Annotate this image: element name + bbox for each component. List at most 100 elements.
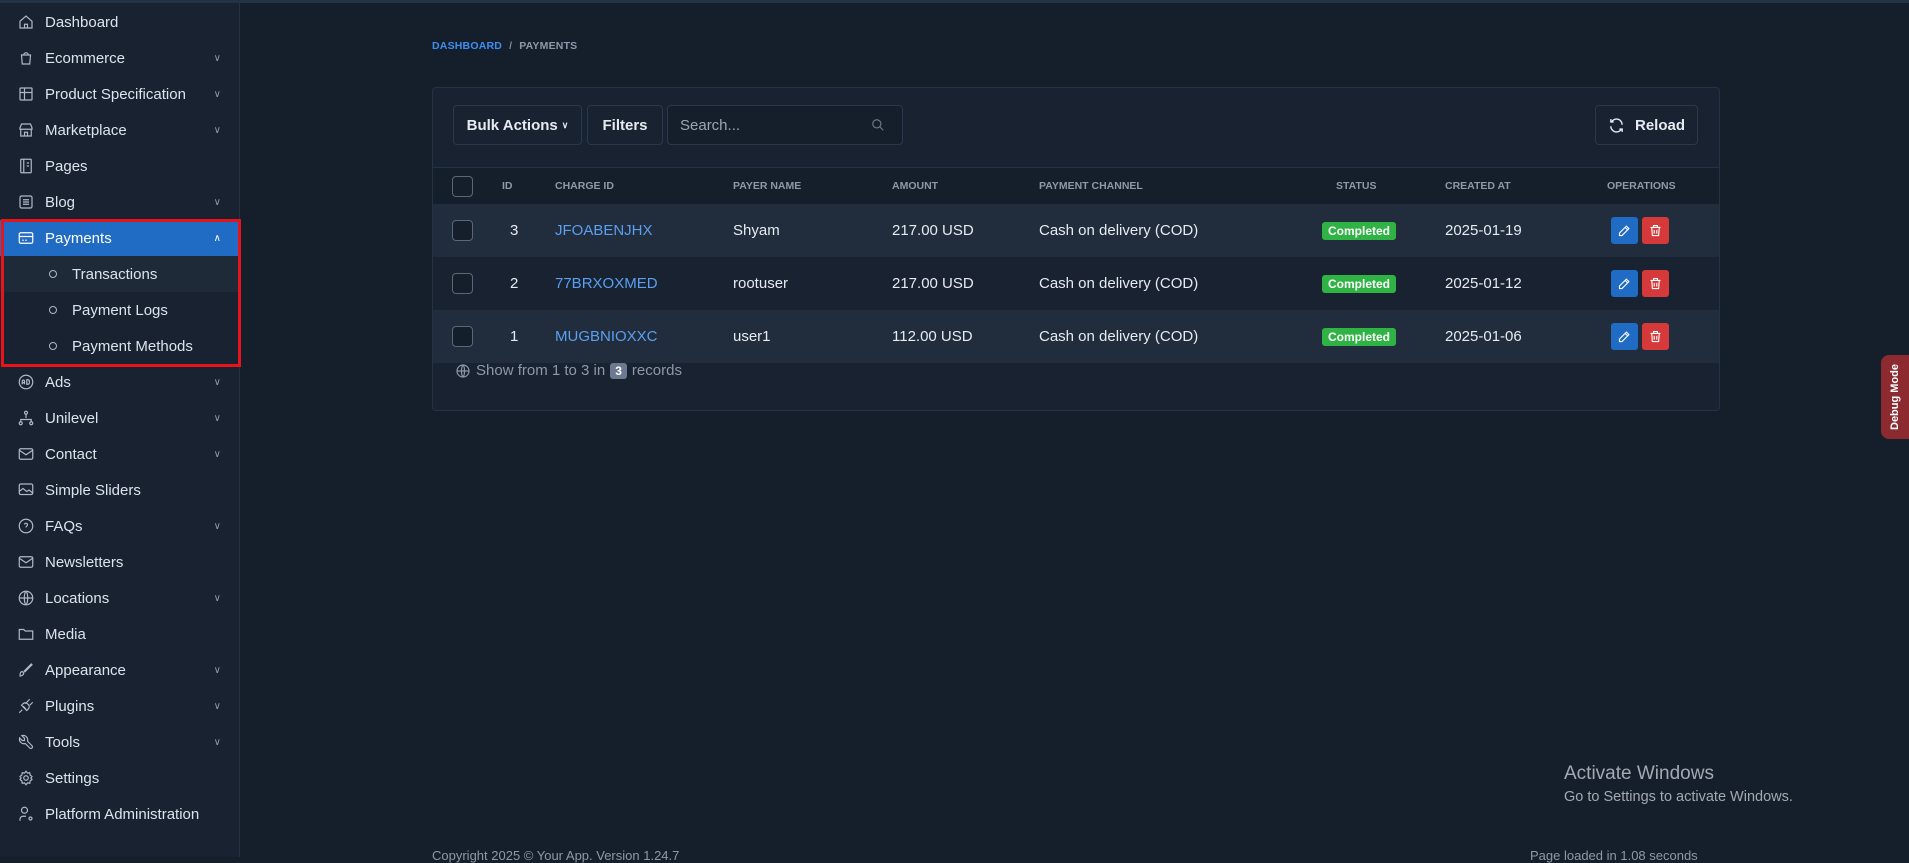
sidebar-item-label: Newsletters [45,553,124,571]
sidebar-item-label: Tools [45,733,81,751]
circle-icon [49,342,57,350]
row-checkbox[interactable] [452,220,473,241]
cell-payment-channel: Cash on delivery (COD) [1039,328,1199,345]
edit-button[interactable] [1611,217,1638,244]
sidebar-item-label: Simple Sliders [45,481,141,499]
sidebar-item-faqs[interactable]: FAQs ∨ [0,508,239,544]
footer-suffix: records [631,362,682,379]
sidebar-item-settings[interactable]: Settings [0,760,239,796]
chevron-down-icon: ∨ [213,88,221,100]
header-charge-id[interactable]: CHARGE ID [555,168,614,204]
search-input[interactable] [667,105,903,145]
filters-button[interactable]: Filters [587,105,663,145]
sidebar-item-appearance[interactable]: Appearance ∨ [0,652,239,688]
globe-icon [17,589,35,607]
globe-icon [456,363,470,378]
mail-icon [17,445,35,463]
breadcrumb-dashboard[interactable]: DASHBOARD [432,40,502,52]
sidebar-item-tools[interactable]: Tools ∨ [0,724,239,760]
sidebar-item-ads[interactable]: Ads ∨ [0,364,239,400]
debug-mode-tab[interactable]: Debug Mode [1881,355,1909,439]
sidebar-item-blog[interactable]: Blog ∨ [0,184,239,220]
header-payer-name[interactable]: PAYER NAME [733,168,801,204]
ad-circle-icon [17,373,35,391]
header-payment-channel[interactable]: PAYMENT CHANNEL [1039,168,1143,204]
cell-created-at: 2025-01-19 [1445,222,1522,239]
select-all-checkbox[interactable] [452,175,473,197]
sidebar-subitem-label: Payment Logs [72,301,168,319]
sidebar-item-ecommerce[interactable]: Ecommerce ∨ [0,40,239,76]
sidebar-item-plugins[interactable]: Plugins ∨ [0,688,239,724]
trash-icon [1650,224,1661,237]
sidebar-item-unilevel[interactable]: Unilevel ∨ [0,400,239,436]
cell-amount: 217.00 USD [892,275,974,292]
circle-icon [49,306,57,314]
edit-button[interactable] [1611,270,1638,297]
circle-icon [49,270,57,278]
charge-id-link[interactable]: JFOABENJHX [555,204,653,257]
home-icon [17,13,35,31]
sidebar-nav: Dashboard Ecommerce ∨ Product Specification… [0,3,239,832]
edit-icon [1618,225,1630,237]
notebook-icon [17,157,35,175]
charge-id-link[interactable]: 77BRXOXMED [555,257,658,310]
sidebar-subitem-label: Transactions [72,265,158,283]
delete-button[interactable] [1642,217,1669,244]
sidebar-item-label: Settings [45,769,100,787]
sidebar-item-dashboard[interactable]: Dashboard [0,4,239,40]
breadcrumb-separator: / [509,40,513,52]
sidebar-item-simple-sliders[interactable]: Simple Sliders [0,472,239,508]
header-amount[interactable]: AMOUNT [892,168,938,204]
edit-button[interactable] [1611,323,1638,350]
bulk-actions-button[interactable]: Bulk Actions ∨ [453,105,582,145]
sidebar-item-payments[interactable]: Payments ∧ [0,220,239,256]
sidebar-item-label: Media [45,625,86,643]
top-border [0,0,1909,3]
table-settings-icon [17,85,35,103]
row-checkbox[interactable] [452,273,473,294]
sidebar-item-label: FAQs [45,517,83,535]
sidebar-item-locations[interactable]: Locations ∨ [0,580,239,616]
sidebar-subitem-label: Payment Methods [72,337,193,355]
header-status[interactable]: STATUS [1336,168,1376,204]
reload-button[interactable]: Reload [1595,105,1698,145]
sidebar-item-contact[interactable]: Contact ∨ [0,436,239,472]
refresh-icon [1610,117,1623,133]
record-count-badge: 3 [610,362,627,379]
sidebar-subitem-payment-methods[interactable]: Payment Methods [0,328,239,364]
trash-icon [1650,330,1661,343]
header-created-at[interactable]: CREATED AT [1445,168,1511,204]
sidebar-item-label: Platform Administration [45,805,200,823]
cell-payer-name: Shyam [733,222,780,239]
footer-prefix: Show from 1 to 3 in [476,362,606,379]
sidebar-item-platform-administration[interactable]: Platform Administration [0,796,239,832]
header-id[interactable]: ID [502,168,513,204]
breadcrumb: DASHBOARD / PAYMENTS [432,40,577,52]
cell-id: 2 [510,275,519,292]
mail-icon [17,553,35,571]
tool-icon [17,733,35,751]
brush-icon [17,661,35,679]
row-checkbox[interactable] [452,326,473,347]
sidebar-item-marketplace[interactable]: Marketplace ∨ [0,112,239,148]
charge-id-link[interactable]: MUGBNIOXXC [555,310,658,363]
chevron-down-icon: ∨ [213,592,221,604]
cell-amount: 217.00 USD [892,222,974,239]
hierarchy-icon [17,409,35,427]
folder-icon [17,625,35,643]
chevron-down-icon: ∨ [213,700,221,712]
sidebar-item-label: Appearance [45,661,126,679]
activate-title: Activate Windows [1564,763,1714,784]
cell-id: 1 [510,328,519,345]
delete-button[interactable] [1642,323,1669,350]
sidebar-item-product-specification[interactable]: Product Specification ∨ [0,76,239,112]
sidebar-subitem-payment-logs[interactable]: Payment Logs [0,292,239,328]
sidebar-subitem-transactions[interactable]: Transactions [0,256,239,292]
delete-button[interactable] [1642,270,1669,297]
activate-subtitle: Go to Settings to activate Windows. [1564,789,1793,805]
status-badge: Completed [1322,221,1397,240]
sidebar-item-newsletters[interactable]: Newsletters [0,544,239,580]
sidebar-item-media[interactable]: Media [0,616,239,652]
sidebar-item-pages[interactable]: Pages [0,148,239,184]
chevron-down-icon: ∨ [561,119,569,130]
